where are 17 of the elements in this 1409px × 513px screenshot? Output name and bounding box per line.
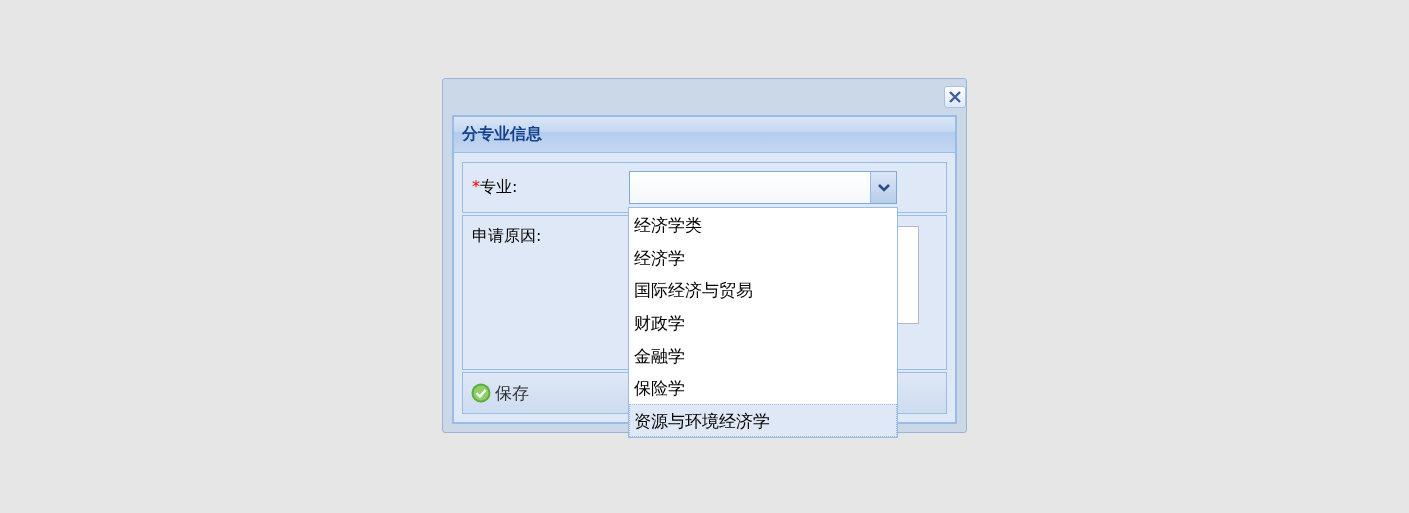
dropdown-option[interactable]: 财政学 [629,306,897,339]
close-button[interactable] [944,86,966,108]
close-icon [948,90,962,104]
required-asterisk: * [472,177,480,196]
combo-field[interactable] [629,171,897,204]
dropdown-option[interactable]: 金融学 [629,338,897,372]
dropdown-option[interactable]: 国际经济与贸易 [629,273,897,307]
dropdown-option[interactable]: 保险学 [629,371,897,405]
chevron-down-icon [876,182,891,193]
dropdown-option[interactable]: 资源与环境经济学 [629,404,897,437]
field-label: 专业: [480,177,518,196]
dropdown-option[interactable]: 经济学 [629,240,897,274]
dropdown-option[interactable]: 经济学类 [629,208,897,241]
check-icon [471,383,491,403]
panel-title: 分专业信息 [454,117,955,153]
save-button[interactable]: 保存 [471,381,529,405]
field-label: 申请原因: [472,226,543,247]
